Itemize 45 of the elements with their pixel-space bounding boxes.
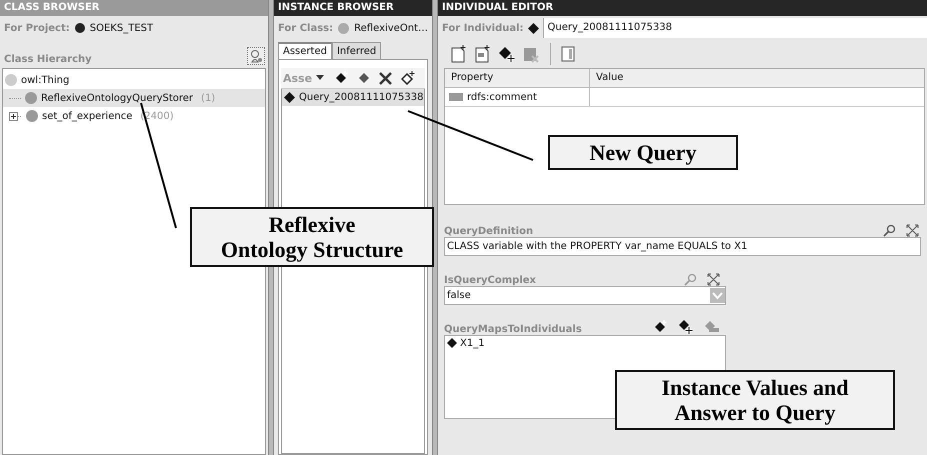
slot-label: QueryMapsToIndividuals [444, 324, 582, 335]
diamond-outline-icon[interactable] [401, 71, 416, 85]
tree-item[interactable]: owl:Thing [3, 71, 265, 89]
tab[interactable]: Asserted [278, 42, 332, 59]
callout-box: Instance Values and Answer to Query [615, 370, 895, 430]
diamond-icon[interactable] [358, 72, 370, 84]
column-header[interactable]: Property [445, 69, 590, 87]
tab[interactable]: Inferred [332, 42, 382, 59]
individual-field[interactable]: Query_20081111075338 [542, 18, 927, 38]
panel-title: INDIVIDUAL EDITOR [438, 0, 927, 16]
tree-item[interactable]: ReflexiveOntologyQueryStorer (1) [3, 89, 265, 107]
individual-label: For Individual: [442, 22, 524, 34]
panel-title: INSTANCE BROWSER [274, 0, 432, 16]
find-button[interactable] [247, 47, 265, 65]
project-label: For Project: [4, 22, 70, 34]
diamond-icon [284, 92, 295, 103]
diamond-icon [447, 338, 457, 348]
class-label: For Class: [278, 22, 334, 34]
project-name: SOEKS_TEST [90, 22, 154, 34]
class-icon [26, 110, 38, 122]
delete-icon[interactable] [379, 72, 392, 84]
dot-icon [74, 23, 85, 33]
class-name: ReflexiveOnt… [354, 22, 428, 34]
instance-item[interactable]: Query_20081111075338 [282, 89, 424, 106]
callout-box: New Query [548, 135, 738, 170]
property-icon [449, 93, 463, 101]
list-item[interactable]: X1_1 [447, 336, 725, 350]
caret-icon [316, 75, 324, 81]
new-document-icon[interactable] [450, 45, 468, 63]
document-icon[interactable] [474, 45, 492, 63]
hierarchy-label: Class Hierarchy [4, 54, 92, 65]
text-field[interactable]: CLASS variable with the PROPERTY var_name EQUALS to X1 [444, 237, 921, 256]
class-icon [338, 22, 350, 34]
diamond-icon [528, 22, 539, 34]
slot-label: IsQueryComplex [444, 275, 536, 286]
dropdown-field[interactable]: false [444, 286, 726, 305]
expander-icon[interactable] [9, 112, 18, 120]
table-cell: rdfs:comment [445, 88, 590, 106]
class-icon [25, 92, 37, 104]
column-header[interactable]: Value [590, 69, 924, 87]
panel-icon[interactable] [561, 45, 575, 63]
panel-title: CLASS BROWSER [0, 0, 268, 16]
slot-label: QueryDefinition [444, 226, 534, 237]
class-icon [5, 74, 17, 86]
callout-box: Reflexive Ontology Structure [190, 207, 434, 267]
